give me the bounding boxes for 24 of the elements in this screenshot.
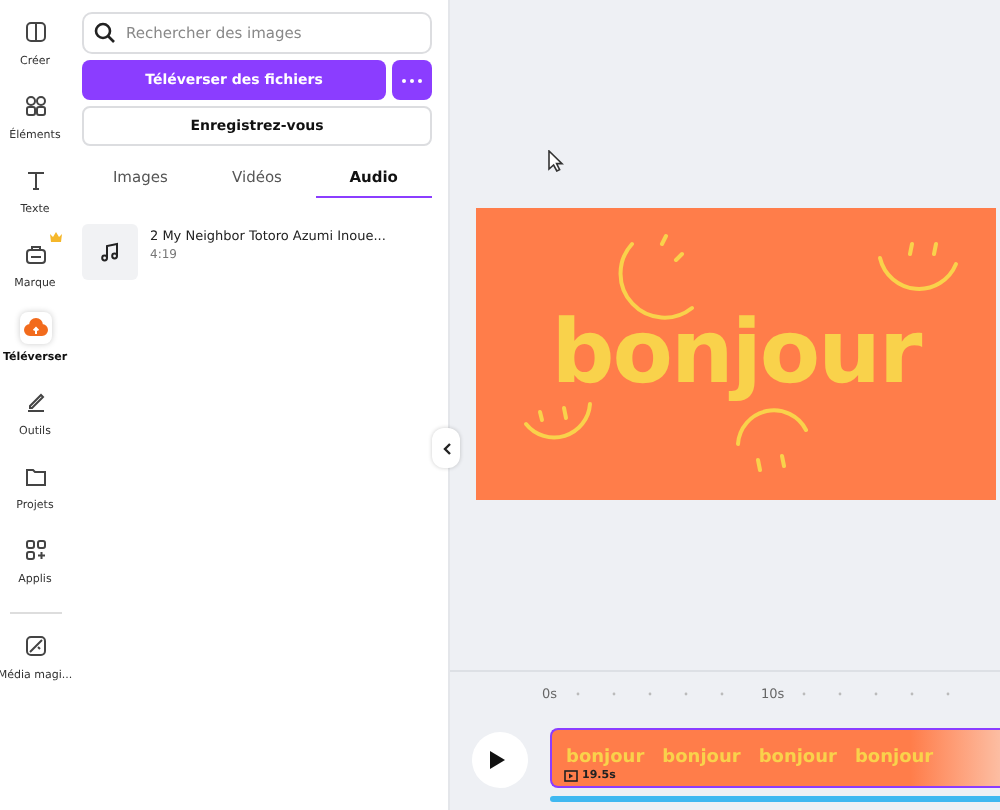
collapse-panel-button[interactable] xyxy=(432,428,460,468)
play-button[interactable] xyxy=(472,732,528,788)
clip-frame-text: bonjour xyxy=(758,748,837,768)
audio-track[interactable] xyxy=(550,796,1000,802)
cloud-upload-icon xyxy=(23,316,47,340)
more-icon xyxy=(400,77,424,83)
chevron-left-icon xyxy=(441,441,451,455)
play-icon xyxy=(488,750,506,770)
more-options-button[interactable] xyxy=(392,60,432,100)
layout-icon xyxy=(23,20,47,44)
audio-thumbnail[interactable] xyxy=(82,224,138,280)
apps-icon xyxy=(23,538,47,562)
search-icon xyxy=(94,22,116,44)
folder-icon xyxy=(23,464,47,488)
briefcase-icon xyxy=(23,242,47,266)
music-note-icon xyxy=(100,242,120,262)
shapes-icon xyxy=(23,94,47,118)
text-icon xyxy=(23,168,47,192)
clip-frame-text: bonjour xyxy=(662,748,741,768)
clip-frame-text: bonjour xyxy=(566,748,645,768)
pen-icon xyxy=(23,390,47,414)
clip-frame-text: bonjour xyxy=(854,748,934,768)
video-icon xyxy=(564,770,578,782)
cursor-icon xyxy=(548,150,564,172)
